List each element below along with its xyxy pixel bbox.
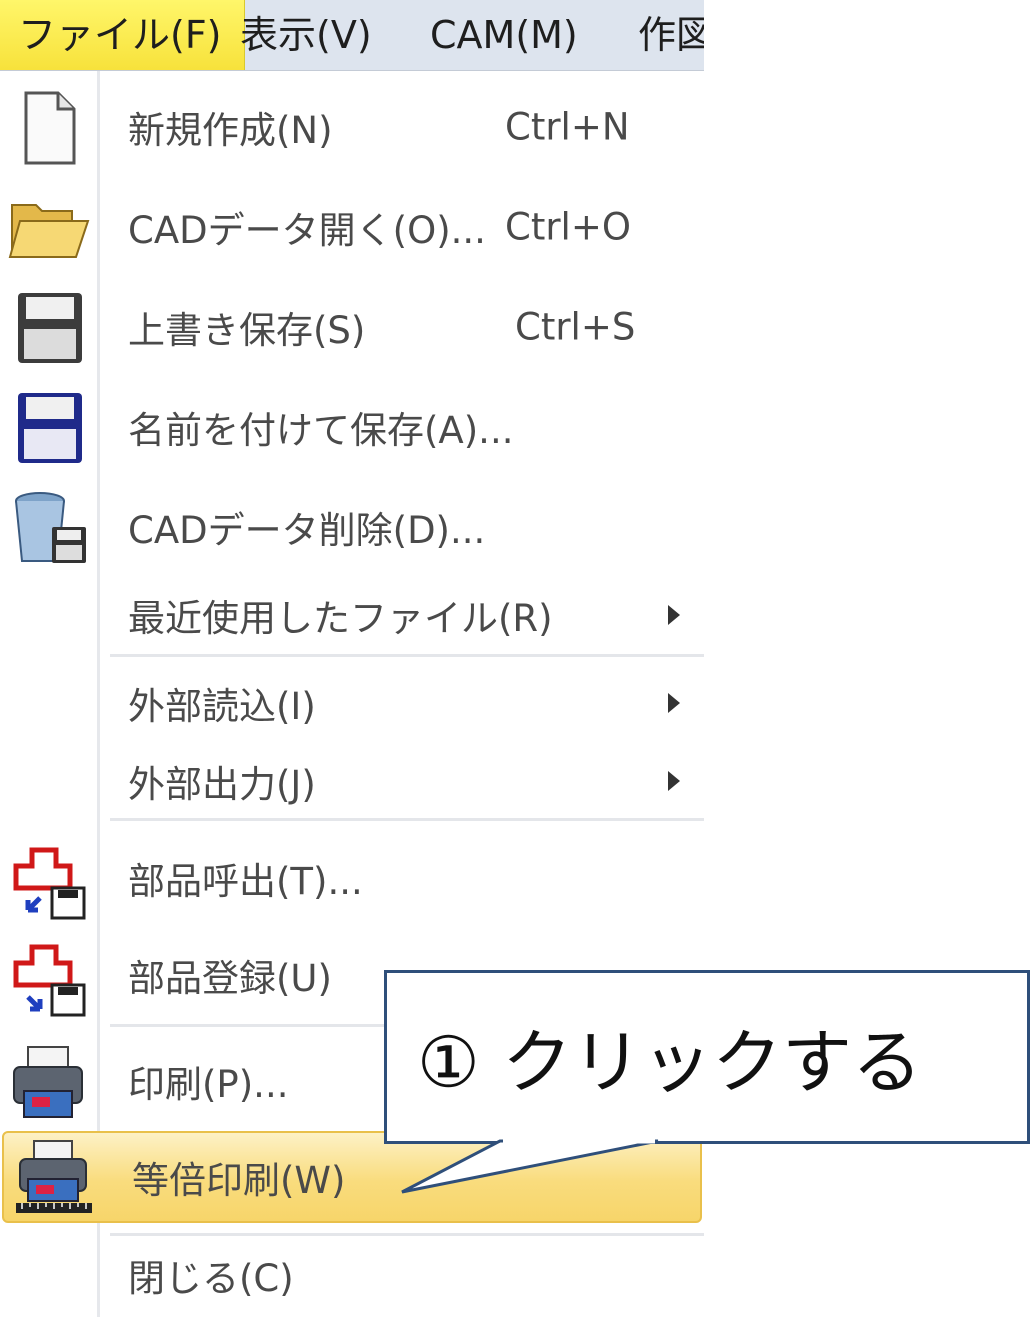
delete-cad-data-icon: [15, 492, 86, 563]
menu-item-new[interactable]: 新規作成(N) Ctrl+N: [0, 83, 704, 171]
menu-item-part-call[interactable]: 部品呼出(T)...: [0, 834, 704, 922]
open-folder-icon: [8, 204, 90, 258]
menu-item-label: 閉じる(C): [128, 1257, 294, 1300]
menu-item-label: 印刷(P)...: [128, 1063, 289, 1106]
submenu-arrow-icon: [668, 771, 680, 791]
actual-size-print-icon: [16, 1140, 92, 1213]
menu-drawing[interactable]: 作図: [638, 0, 704, 70]
menu-item-label: 名前を付けて保存(A)...: [128, 409, 514, 452]
shortcut-label: Ctrl+S: [515, 305, 636, 349]
menu-item-import[interactable]: 外部読込(I): [0, 659, 704, 747]
menu-item-label: CADデータ削除(D)...: [128, 509, 486, 552]
callout-text: ① クリックする: [417, 1021, 923, 1104]
save-icon: [18, 293, 82, 363]
menu-item-delete[interactable]: CADデータ削除(D)...: [0, 483, 704, 571]
menu-item-save-as[interactable]: 名前を付けて保存(A)...: [0, 383, 704, 471]
menu-file[interactable]: ファイル(F): [0, 0, 245, 70]
menu-item-label: 外部読込(I): [128, 685, 316, 728]
menu-item-open[interactable]: CADデータ開く(O)... Ctrl+O: [0, 183, 704, 271]
instruction-callout: ① クリックする: [384, 970, 1030, 1144]
menu-item-export[interactable]: 外部出力(J): [0, 737, 704, 825]
save-as-icon: [18, 393, 82, 463]
menu-item-label: 部品登録(U): [128, 957, 332, 1000]
menu-item-label: 新規作成(N): [128, 109, 333, 152]
menu-item-label: 部品呼出(T)...: [128, 860, 363, 903]
submenu-arrow-icon: [668, 605, 680, 625]
shortcut-label: Ctrl+O: [505, 205, 631, 249]
menu-view[interactable]: 表示(V): [240, 0, 372, 70]
printer-icon: [13, 1046, 83, 1118]
menu-item-label: 上書き保存(S): [128, 309, 366, 352]
part-call-icon: [13, 847, 86, 920]
menu-separator: [110, 654, 704, 657]
menu-item-label: 外部出力(J): [128, 763, 316, 806]
menu-item-actual-size-print[interactable]: 等倍印刷(W): [2, 1131, 702, 1223]
menu-item-save[interactable]: 上書き保存(S) Ctrl+S: [0, 283, 704, 371]
shortcut-label: Ctrl+N: [505, 105, 630, 149]
menu-cam[interactable]: CAM(M): [430, 0, 578, 70]
menu-item-close[interactable]: 閉じる(C): [0, 1231, 704, 1319]
submenu-arrow-icon: [668, 693, 680, 713]
menu-item-recent-files[interactable]: 最近使用したファイル(R): [0, 571, 704, 659]
menu-bar: ファイル(F) 表示(V) CAM(M) 作図: [0, 0, 704, 71]
menu-item-label: 等倍印刷(W): [132, 1159, 346, 1202]
menu-separator: [110, 818, 704, 821]
menu-item-label: 最近使用したファイル(R): [128, 597, 553, 640]
new-document-icon: [24, 91, 76, 165]
part-register-icon: [13, 944, 86, 1017]
menu-item-label: CADデータ開く(O)...: [128, 209, 486, 252]
